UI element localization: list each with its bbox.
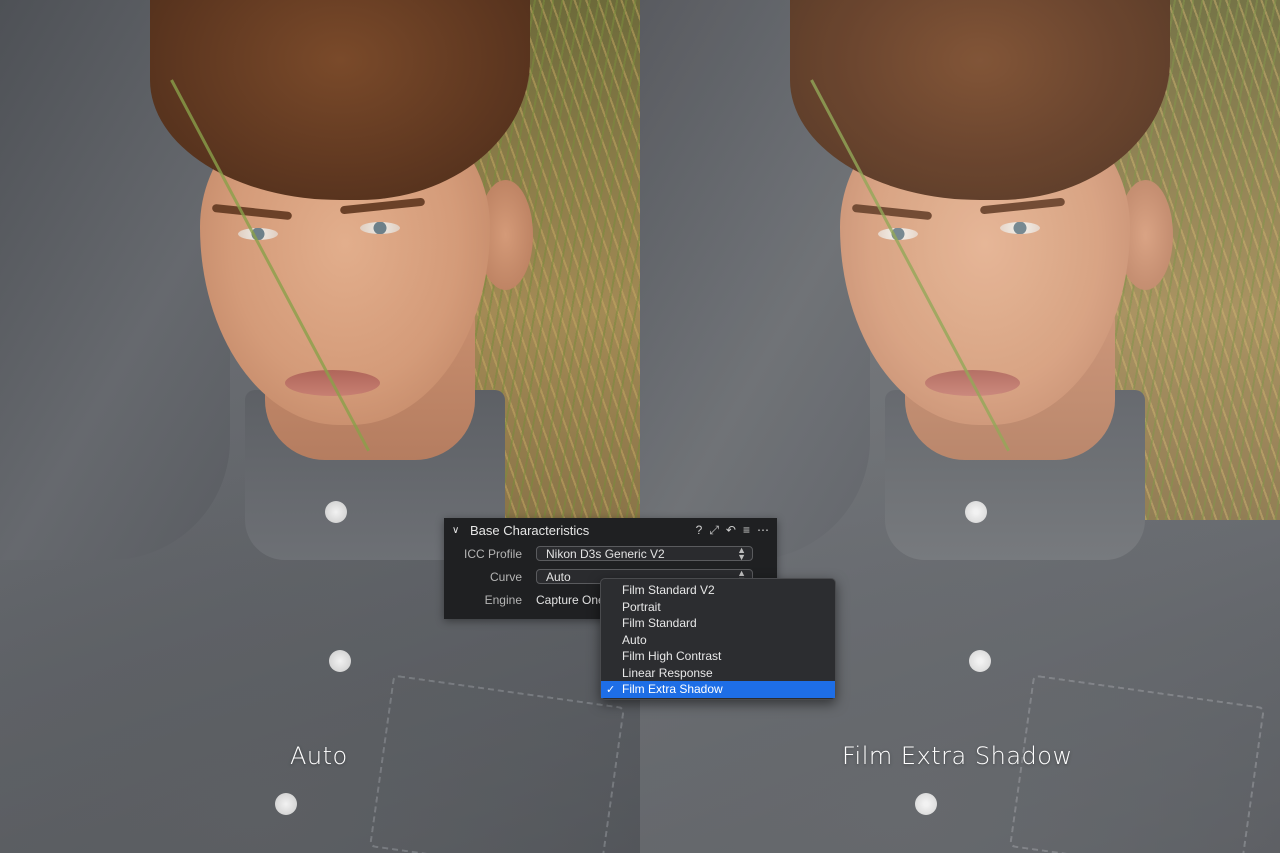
checkmark-icon: ✓ — [606, 683, 616, 696]
engine-value: Capture One — [536, 592, 605, 607]
menu-item-film-standard-v2[interactable]: Film Standard V2 — [601, 582, 835, 599]
menu-item-label: Film Standard — [622, 616, 697, 631]
photo-auto-curve — [0, 0, 640, 853]
icc-profile-value: Nikon D3s Generic V2 — [546, 546, 665, 561]
copy-apply-icon[interactable]: ⤢ — [709, 523, 719, 538]
panel-title: Base Characteristics — [470, 522, 590, 538]
more-icon[interactable]: ⋯ — [757, 523, 769, 538]
left-eye — [238, 228, 278, 240]
icc-profile-select[interactable]: Nikon D3s Generic V2 ▲ ▼ — [536, 544, 753, 562]
shirt-button — [329, 650, 351, 672]
right-eye — [360, 222, 400, 234]
panel-tools: ? ⤢ ↶ ≡ ⋯ — [696, 523, 769, 538]
menu-item-film-extra-shadow[interactable]: ✓ Film Extra Shadow — [601, 681, 835, 698]
photo-film-extra-shadow-curve — [640, 0, 1280, 853]
menu-item-label: Film Extra Shadow — [622, 682, 723, 697]
menu-item-linear-response[interactable]: Linear Response — [601, 665, 835, 682]
reset-icon[interactable]: ↶ — [726, 523, 736, 538]
menu-item-film-standard[interactable]: Film Standard — [601, 615, 835, 632]
list-icon[interactable]: ≡ — [743, 523, 750, 538]
caption-auto: Auto — [290, 742, 348, 770]
menu-item-portrait[interactable]: Portrait — [601, 599, 835, 616]
shirt-pocket — [369, 674, 625, 853]
shirt-button — [915, 793, 937, 815]
menu-item-label: Auto — [622, 632, 647, 647]
help-icon[interactable]: ? — [696, 523, 703, 538]
engine-label: Engine — [484, 592, 522, 607]
shirt-button — [325, 501, 347, 523]
icc-profile-label: ICC Profile — [463, 546, 522, 561]
curve-label: Curve — [489, 569, 522, 584]
menu-item-label: Film Standard V2 — [622, 583, 715, 598]
caption-film-extra-shadow: Film Extra Shadow — [842, 742, 1073, 770]
shirt-button — [969, 650, 991, 672]
shirt-button — [965, 501, 987, 523]
left-eye — [878, 228, 918, 240]
icc-profile-row: ICC Profile Nikon D3s Generic V2 ▲ ▼ — [444, 542, 777, 565]
menu-item-label: Film High Contrast — [622, 649, 722, 664]
curve-dropdown-menu: Film Standard V2 Portrait Film Standard … — [600, 578, 836, 700]
shirt-button — [275, 793, 297, 815]
menu-item-auto[interactable]: Auto — [601, 632, 835, 649]
menu-item-label: Portrait — [622, 599, 661, 614]
menu-item-label: Linear Response — [622, 665, 713, 680]
menu-item-film-high-contrast[interactable]: Film High Contrast — [601, 648, 835, 665]
updown-icon: ▲▼ — [737, 544, 746, 562]
right-eye — [1000, 222, 1040, 234]
panel-header[interactable]: ∨ Base Characteristics ? ⤢ ↶ ≡ ⋯ — [444, 518, 777, 542]
chevron-down-icon[interactable]: ∨ — [452, 525, 464, 536]
